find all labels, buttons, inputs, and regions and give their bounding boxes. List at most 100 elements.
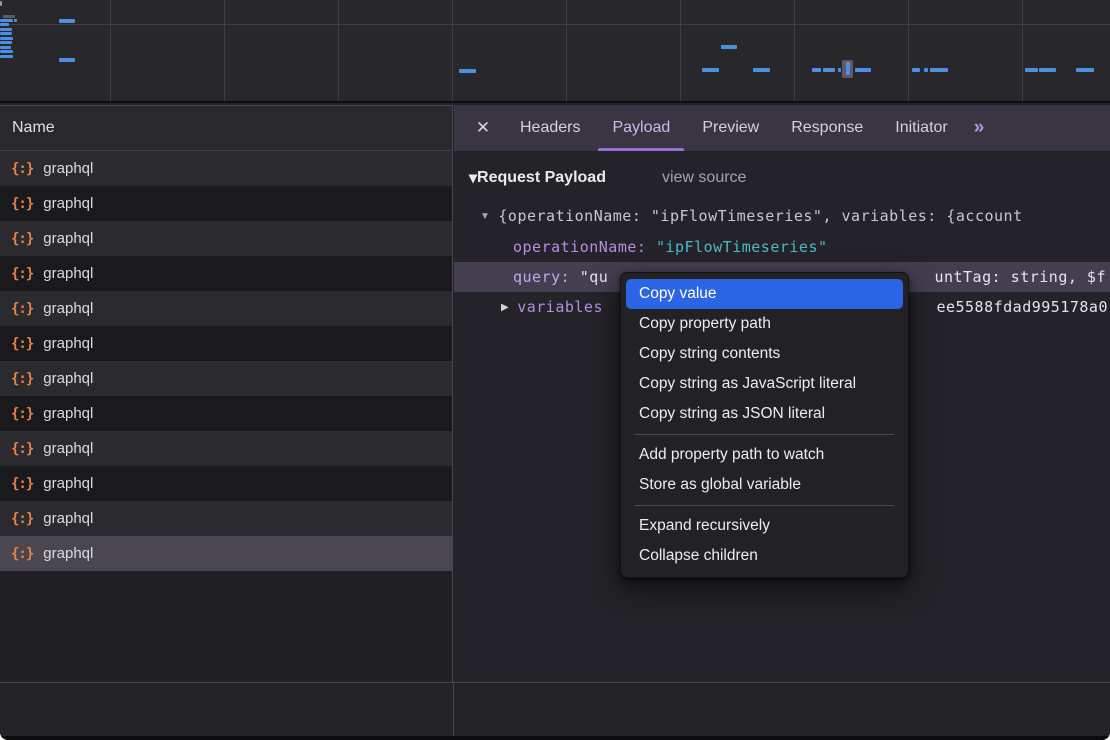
devtools-network-panel: Name {:} graphql {:} graphql {:} graphql {:} gr…	[0, 0, 1110, 740]
section-expander-icon[interactable]: ▾	[469, 168, 477, 188]
menu-item-store-as-global-variable[interactable]: Store as global variable	[626, 470, 903, 500]
network-request-row[interactable]: {:} graphql	[0, 221, 452, 256]
property-value-fragment-right: untTag: string, $f	[934, 262, 1106, 292]
collapsed-triangle-icon[interactable]: ▶	[501, 302, 509, 313]
menu-item-copy-property-path[interactable]: Copy property path	[626, 309, 903, 339]
close-button[interactable]: ✕	[462, 105, 504, 151]
network-request-row[interactable]: {:}graphql	[0, 361, 452, 396]
network-activity-bar	[59, 19, 75, 23]
network-request-row[interactable]: {:} graphql	[0, 291, 452, 326]
network-activity-bar	[0, 23, 9, 26]
name-column-label: Name	[12, 119, 55, 137]
network-request-row[interactable]: {:} graphql	[0, 256, 452, 291]
network-activity-bar	[0, 41, 12, 44]
summary-footer	[0, 682, 1110, 736]
network-request-row[interactable]: {:}graphql	[0, 326, 452, 361]
json-braces-icon: {:}	[11, 266, 33, 282]
timeline-gridline	[680, 0, 681, 103]
request-name-label: graphql	[43, 475, 93, 492]
timeline-gridline	[1022, 0, 1023, 103]
network-activity-bar	[930, 68, 948, 72]
payload-preview-row[interactable]: ▼ {operationName: "ipFlowTimeseries", va…	[454, 201, 1110, 231]
property-key: operationName:	[513, 238, 646, 256]
tab-headers[interactable]: Headers	[504, 105, 596, 151]
network-activity-bar	[0, 19, 13, 22]
operation-name-row[interactable]: operationName: "ipFlowTimeseries"	[454, 232, 1110, 262]
json-braces-icon: {:}	[11, 301, 33, 317]
network-activity-bar	[0, 50, 13, 53]
view-source-link[interactable]: view source	[662, 169, 746, 187]
property-value: "ipFlowTimeseries"	[656, 238, 828, 256]
expanded-triangle-icon[interactable]: ▼	[480, 211, 490, 222]
timeline-gridline	[452, 0, 453, 103]
network-activity-bar	[721, 45, 737, 49]
timeline-row-divider	[0, 24, 1110, 25]
context-menu: Copy valueCopy property pathCopy string …	[620, 272, 909, 578]
network-activity-bar	[912, 68, 920, 72]
request-name-label: graphql	[43, 300, 93, 317]
timeline-gridline	[110, 0, 111, 103]
menu-item-add-property-path-to-watch[interactable]: Add property path to watch	[626, 440, 903, 470]
request-name-label: graphql	[43, 440, 93, 457]
json-braces-icon: {:}	[11, 441, 33, 457]
property-key: variables	[517, 298, 603, 316]
network-activity-bar	[0, 37, 13, 40]
network-request-row[interactable]: {:}graphql	[0, 536, 452, 571]
request-name-label: graphql	[43, 160, 93, 177]
network-activity-bar	[0, 46, 11, 49]
network-activity-bar	[838, 68, 841, 72]
network-activity-bar	[753, 68, 770, 72]
network-request-row[interactable]: {:} graphql	[0, 396, 452, 431]
network-request-row[interactable]: {:}graphql	[0, 501, 452, 536]
property-value-fragment-right: ee5588fdad995178a0	[936, 292, 1108, 322]
more-tabs-button[interactable]: »	[964, 105, 993, 151]
json-braces-icon: {:}	[11, 546, 33, 562]
request-name-label: graphql	[43, 335, 93, 352]
network-activity-bar	[924, 68, 928, 72]
network-overview-timeline[interactable]	[0, 0, 1110, 103]
tab-payload[interactable]: Payload	[596, 105, 686, 151]
menu-item-copy-value[interactable]: Copy value	[626, 279, 903, 309]
request-payload-header: ▾ Request Payload view source	[454, 161, 746, 195]
network-request-row[interactable]: {:} graphql	[0, 466, 452, 501]
network-activity-bar	[1076, 68, 1094, 72]
network-activity-bar	[1039, 68, 1056, 72]
timeline-gridline	[338, 0, 339, 103]
network-activity-bar	[0, 28, 12, 31]
json-braces-icon: {:}	[11, 406, 33, 422]
timeline-gridline	[566, 0, 567, 103]
menu-divider	[635, 505, 894, 506]
section-title: Request Payload	[477, 169, 606, 187]
network-activity-bar	[459, 69, 476, 73]
json-braces-icon: {:}	[11, 231, 33, 247]
request-name-label: graphql	[43, 405, 93, 422]
property-key: query:	[513, 268, 570, 286]
request-name-label: graphql	[43, 510, 93, 527]
request-name-label: graphql	[43, 370, 93, 387]
network-activity-bar	[3, 15, 15, 18]
tab-preview[interactable]: Preview	[686, 105, 775, 151]
menu-item-copy-string-as-json-literal[interactable]: Copy string as JSON literal	[626, 399, 903, 429]
menu-item-collapse-children[interactable]: Collapse children	[626, 541, 903, 571]
network-activity-bar	[812, 68, 821, 72]
request-name-label: graphql	[43, 230, 93, 247]
json-braces-icon: {:}	[11, 161, 33, 177]
menu-item-copy-string-as-javascript-literal[interactable]: Copy string as JavaScript literal	[626, 369, 903, 399]
network-request-row[interactable]: {:} graphql	[0, 431, 452, 466]
request-list-panel: Name {:} graphql {:} graphql {:} graphql {:} gr…	[0, 105, 453, 682]
network-request-row[interactable]: {:}graphql	[0, 186, 452, 221]
network-activity-bar	[1025, 68, 1038, 72]
tab-initiator[interactable]: Initiator	[879, 105, 963, 151]
network-request-row[interactable]: {:} graphql	[0, 151, 452, 186]
request-name-label: graphql	[43, 265, 93, 282]
menu-item-copy-string-contents[interactable]: Copy string contents	[626, 339, 903, 369]
network-activity-bar	[702, 68, 719, 72]
name-column-header[interactable]: Name	[0, 105, 452, 151]
menu-divider	[635, 434, 894, 435]
menu-item-expand-recursively[interactable]: Expand recursively	[626, 511, 903, 541]
json-braces-icon: {:}	[11, 196, 33, 212]
tab-response[interactable]: Response	[775, 105, 879, 151]
property-value-fragment: "qu	[580, 268, 609, 286]
json-braces-icon: {:}	[11, 476, 33, 492]
network-activity-bar	[846, 62, 850, 75]
